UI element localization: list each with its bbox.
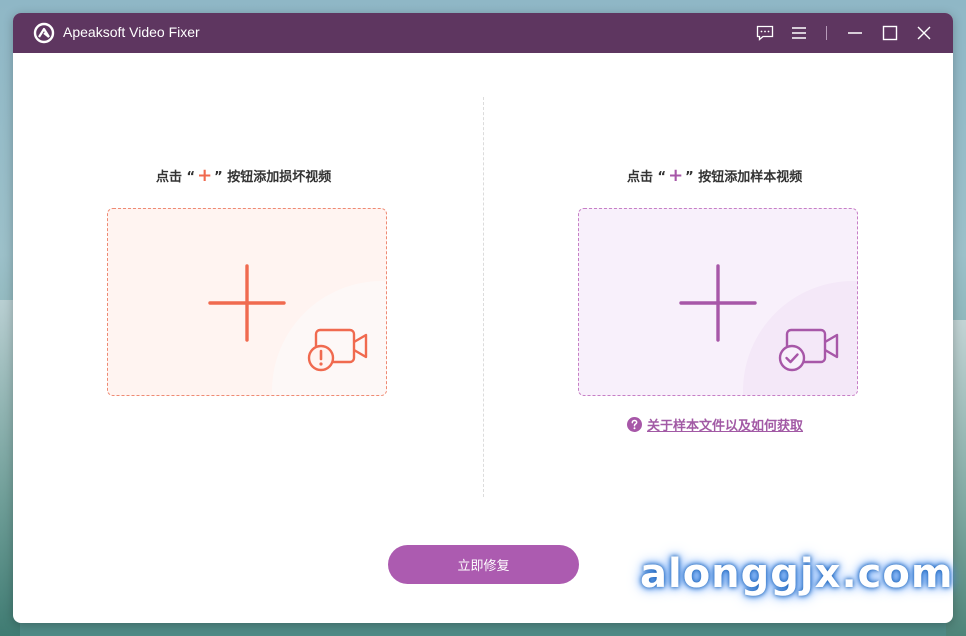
question-icon — [627, 417, 642, 432]
menu-icon — [792, 27, 806, 39]
right-title-suffix: ” 按钮添加样本视频 — [685, 170, 803, 185]
maximize-button[interactable] — [880, 23, 900, 43]
app-logo-icon — [33, 22, 55, 44]
add-damaged-video-dropzone[interactable] — [107, 208, 387, 396]
app-window: Apeaksoft Video Fixer 点击 “ + ” 按钮添加损坏视频 … — [13, 13, 953, 623]
panel-divider — [483, 97, 484, 497]
left-title-suffix: ” 按钮添加损坏视频 — [214, 170, 332, 185]
add-sample-video-dropzone[interactable] — [578, 208, 858, 396]
close-button[interactable] — [914, 23, 934, 43]
right-panel-title: 点击 “ + ” 按钮添加样本视频 — [627, 165, 803, 186]
video-check-icon — [778, 328, 839, 372]
feedback-button[interactable] — [755, 23, 775, 43]
maximize-icon — [882, 25, 898, 41]
minimize-button[interactable] — [845, 23, 865, 43]
add-plus-icon — [679, 264, 757, 342]
feedback-icon — [756, 25, 774, 41]
repair-now-button[interactable]: 立即修复 — [388, 545, 579, 584]
right-title-prefix: 点击 “ — [627, 170, 667, 185]
sample-file-help-link[interactable]: 关于样本文件以及如何获取 — [627, 415, 803, 434]
titlebar-separator — [826, 26, 827, 40]
right-title-plus: + — [668, 165, 684, 186]
app-title: Apeaksoft Video Fixer — [63, 24, 200, 40]
menu-button[interactable] — [789, 23, 809, 43]
add-plus-icon — [208, 264, 286, 342]
watermark: alonggjx.com — [640, 551, 954, 597]
left-panel-title: 点击 “ + ” 按钮添加损坏视频 — [156, 165, 332, 186]
help-link-text[interactable]: 关于样本文件以及如何获取 — [647, 415, 803, 434]
video-error-icon — [307, 328, 368, 372]
left-title-plus: + — [197, 165, 213, 186]
title-bar[interactable]: Apeaksoft Video Fixer — [13, 13, 953, 53]
left-title-prefix: 点击 “ — [156, 170, 196, 185]
close-icon — [917, 26, 931, 40]
minimize-icon — [848, 32, 862, 34]
